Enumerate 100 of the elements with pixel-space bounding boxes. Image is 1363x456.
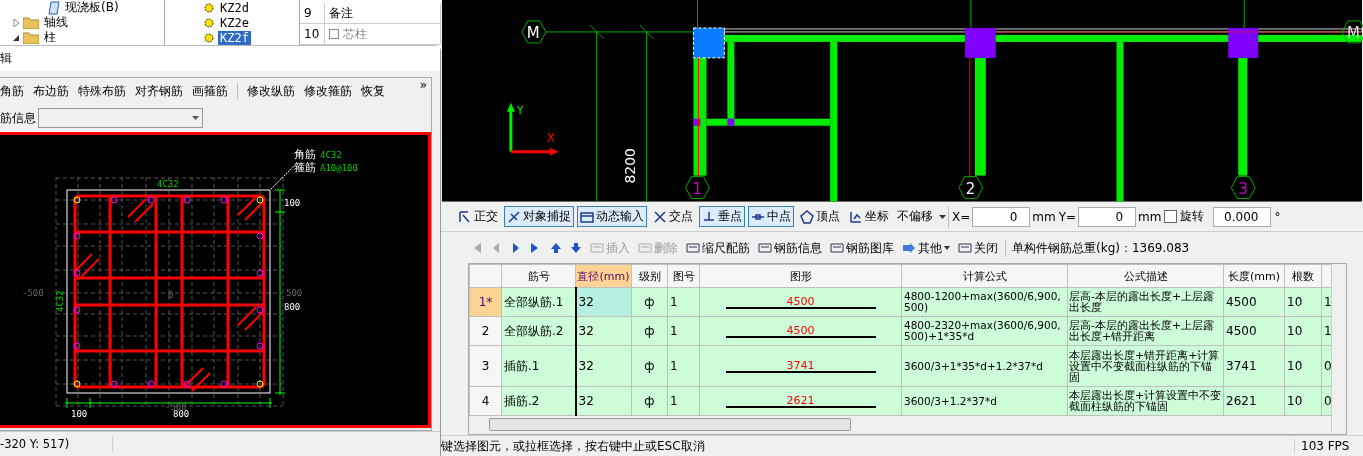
toolbar-button[interactable]: 特殊布筋 — [78, 82, 126, 100]
row-number: 10 — [300, 24, 325, 44]
toolbar-icon — [590, 241, 604, 256]
table-cell: 全部纵筋.1 — [501, 287, 576, 317]
column-header[interactable]: 级别 — [631, 264, 668, 288]
toolbar-button[interactable]: 修改箍筋 — [304, 82, 352, 100]
column-block[interactable] — [693, 118, 701, 126]
toolbar-button[interactable]: 关闭 — [957, 239, 999, 257]
bar-label: 4C32 — [157, 179, 179, 189]
dimension-label: 8200 — [621, 148, 638, 184]
status-message: 键选择图元，或拉框选择，按右键中止或ESC取消 — [441, 437, 706, 455]
selected-column[interactable] — [692, 27, 725, 59]
shape-cell: 4500 — [699, 287, 902, 317]
toolbar-button[interactable]: 对齐钢筋 — [135, 82, 183, 100]
table-cell: 本层露出长度+错开距离+计算设置中不变截面柱纵筋的下锚固 — [1067, 345, 1224, 387]
toolbar-button[interactable]: 布边筋 — [33, 82, 69, 100]
tree-item[interactable]: KZ2d — [218, 0, 251, 15]
column-header[interactable]: 公式描述 — [1067, 264, 1224, 288]
tree-item[interactable]: 轴线 — [42, 14, 70, 31]
column-header[interactable]: 根数 — [1284, 264, 1322, 288]
beam[interactable] — [1238, 57, 1248, 176]
fps-readout: 103 FPS — [1294, 439, 1363, 453]
coordinate-readout: -320 Y: 517) — [0, 437, 113, 451]
up-arrow-icon[interactable] — [549, 241, 563, 256]
tree-item[interactable]: KZ2e — [218, 15, 251, 30]
property-name: 芯柱 — [343, 25, 367, 43]
offset-dropdown[interactable]: 不偏移 — [895, 205, 949, 228]
beam[interactable] — [974, 57, 986, 176]
table-cell: 层高-本层的露出长度+上层露出长度 — [1067, 287, 1224, 317]
axis-label: X — [546, 130, 555, 145]
snap-toggle[interactable]: 顶点 — [797, 206, 843, 227]
checkbox-label: 旋转 — [1180, 208, 1205, 225]
row-header[interactable]: 3 — [469, 345, 502, 387]
coordinate-field[interactable]: 0 — [972, 206, 1031, 227]
snap-toggle[interactable]: 中点 — [748, 206, 794, 227]
grid-label: 2 — [965, 179, 976, 198]
beam[interactable] — [727, 41, 735, 119]
axis-y-icon — [506, 102, 515, 152]
table-cell: 10 — [1284, 345, 1322, 387]
grid-bubble — [521, 20, 547, 44]
grid-label: M — [526, 23, 540, 42]
coordinate-field[interactable]: 0 — [1078, 206, 1137, 227]
toolbar-button[interactable]: 恢复 — [361, 82, 385, 100]
table-cell: 32 — [575, 287, 632, 317]
beam[interactable] — [706, 118, 831, 126]
column-header[interactable]: 计算公式 — [901, 264, 1068, 288]
tree-item[interactable]: KZ2f — [218, 30, 251, 45]
snap-icon — [507, 209, 521, 224]
toolbar-button[interactable]: 角筋 — [0, 82, 24, 100]
menu-button[interactable]: 其他 — [901, 239, 951, 257]
snap-toggle[interactable]: 垂点 — [699, 206, 745, 227]
axis-label: Y — [516, 103, 524, 117]
toolbar-button[interactable]: 画箍筋 — [192, 82, 228, 100]
table-cell: 4800-2320+max(3600/6,900,500)+1*35*d — [901, 316, 1068, 346]
row-header[interactable]: 2 — [469, 316, 502, 346]
column-header[interactable]: 直径(mm) — [575, 264, 632, 288]
grid-bubble — [1230, 176, 1256, 200]
snap-icon — [702, 209, 716, 224]
table-cell: 3600/3+1.2*37*d — [901, 386, 1068, 416]
snap-toggle[interactable]: 动态输入 — [577, 206, 647, 227]
beam[interactable] — [830, 41, 838, 202]
grid-bubble — [1341, 20, 1363, 44]
column-header[interactable]: 长度(mm) — [1223, 264, 1285, 288]
overflow-button[interactable]: » — [419, 78, 427, 92]
angle-field[interactable]: 0.000 — [1213, 206, 1272, 227]
table-cell: 3600/3+1*35*d+1.2*37*d — [901, 345, 1068, 387]
column-header[interactable]: 筋号 — [501, 264, 576, 288]
row-header[interactable]: 1* — [469, 287, 502, 317]
shape-cell: 2621 — [699, 386, 902, 416]
expander-icon[interactable] — [12, 33, 20, 42]
table-cell: 本层露出长度+计算设置中不变截面柱纵筋的下锚固 — [1067, 386, 1224, 416]
snap-icon — [458, 209, 472, 224]
table-cell: 32 — [575, 386, 632, 416]
snap-icon — [800, 209, 814, 224]
snap-toggle[interactable]: 坐标 — [846, 206, 892, 227]
snap-toggle[interactable]: 交点 — [650, 206, 696, 227]
row-header[interactable]: 4 — [469, 386, 502, 416]
snap-toggle[interactable]: 对象捕捉 — [504, 206, 574, 227]
callout-label: 箍筋 — [294, 161, 316, 174]
tree-item[interactable]: 现浇板(B) — [63, 0, 121, 16]
dialog-title: 辑 — [0, 50, 12, 67]
rotate-checkbox[interactable] — [1164, 210, 1178, 223]
caret-icon — [944, 246, 950, 251]
callout-value: A10@100 — [320, 163, 358, 173]
toolbar-button[interactable]: 钢筋信息 — [757, 239, 823, 257]
toolbar-icon — [638, 241, 652, 256]
column-header[interactable]: 图形 — [699, 264, 902, 288]
expand-icon[interactable] — [329, 29, 339, 39]
tree-item[interactable]: 柱 — [42, 29, 58, 46]
row-number: 9 — [300, 3, 325, 23]
arrow-icon — [902, 241, 916, 256]
unit-label: mm — [1138, 209, 1162, 224]
snap-toggle[interactable]: 正交 — [455, 206, 501, 227]
toolbar-button[interactable]: 缩尺配筋 — [685, 239, 751, 257]
canvas-background[interactable] — [442, 0, 1362, 202]
axis-label: 0 — [168, 290, 174, 300]
toolbar-button[interactable]: 钢筋图库 — [829, 239, 895, 257]
table-cell: 32 — [575, 345, 632, 387]
column-header[interactable]: 图号 — [667, 264, 700, 288]
toolbar-button[interactable]: 修改纵筋 — [247, 82, 295, 100]
